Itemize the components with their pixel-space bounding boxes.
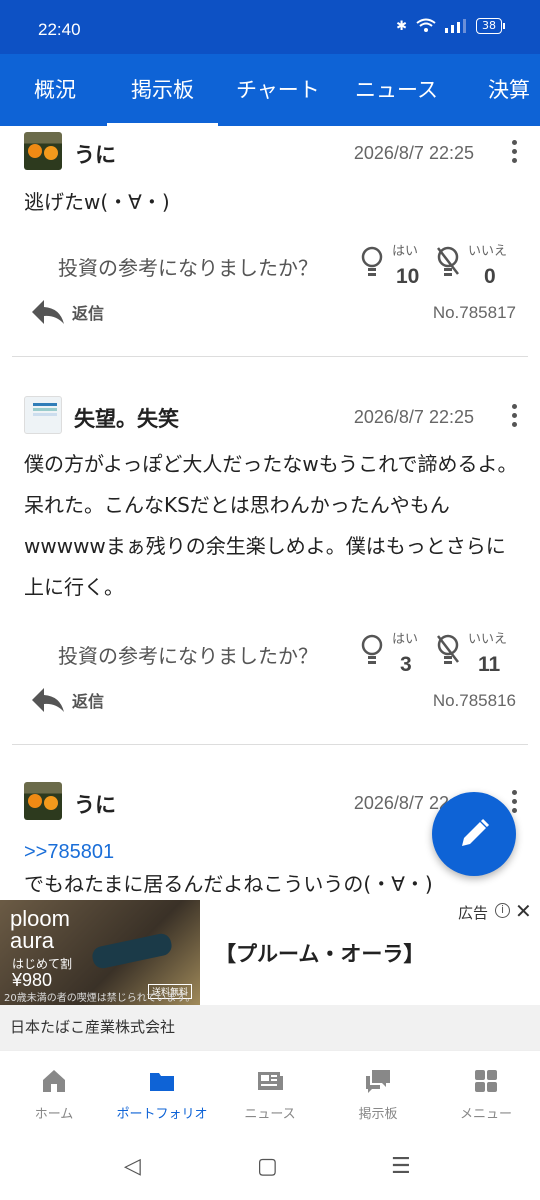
chat-icon [366,1070,390,1093]
no-count: 11 [478,653,501,676]
more-options-icon[interactable] [510,790,518,816]
nav-news[interactable]: ニュース [216,1051,324,1137]
post-username[interactable]: うに [74,789,116,819]
ad-warning: 20歳未満の者の喫煙は禁じられています。 [4,993,196,1004]
ad-image[interactable]: ploom aura はじめて割 ¥980 送料無料 20歳未満の者の喫煙は禁じら… [0,900,200,1005]
signal-icon [445,19,466,33]
status-time: 22:40 [38,20,81,39]
nav-menu[interactable]: メニュー [432,1051,540,1137]
no-label: いいえ [468,632,508,647]
no-label: いいえ [468,244,508,259]
nav-label: ホーム [34,1107,74,1122]
post-date: 2026/8/7 22:25 [353,143,474,163]
close-icon[interactable]: ✕ [515,899,532,923]
home-icon [43,1070,65,1092]
nav-board[interactable]: 掲示板 [324,1051,432,1137]
nav-home[interactable]: ホーム [0,1051,108,1137]
avatar[interactable] [24,396,62,434]
lightbulb-icon[interactable] [361,634,383,668]
bottom-nav: ホーム ポートフォリオ ニュース 掲示板 メニュー [0,1050,540,1136]
post-feed[interactable]: うに 2026/8/7 22:25 逃げたw(・∀・) 投資の参考になりましたか… [0,126,540,900]
ad-title[interactable]: 【プルーム・オーラ】 [215,938,424,968]
post-body: でもねたまに居るんだよねこういうの(・∀・) [24,872,433,896]
back-icon[interactable]: ◁ [124,1154,141,1179]
device-image [90,931,174,971]
tab-bar: 概況 掲示板 チャート ニュース 決算 [0,54,540,126]
lightbulb-icon[interactable] [361,246,383,280]
status-bar: 22:40 ✱ 38 [0,0,540,54]
home-square-icon[interactable]: ▢ [257,1154,278,1179]
nav-label: メニュー [459,1107,512,1122]
vote-question: 投資の参考になりましたか？ [58,256,318,280]
recents-icon[interactable]: ☰ [391,1154,411,1179]
reply-button[interactable]: 返信 [30,686,104,714]
post-body: 逃げたw(・∀・) [24,190,170,214]
ad-advertiser: 日本たばこ産業株式会社 [0,1005,540,1050]
info-icon[interactable]: i [495,903,510,918]
wifi-icon [416,18,436,32]
reply-button[interactable]: 返信 [30,298,104,326]
post-divider [12,356,528,357]
nav-label: 掲示板 [358,1107,398,1122]
nav-portfolio[interactable]: ポートフォリオ [108,1051,216,1137]
tab-chart[interactable]: チャート [236,54,320,126]
more-options-icon[interactable] [510,140,518,166]
post-username[interactable]: うに [74,139,116,169]
yes-count: 3 [400,653,412,676]
ad-brand: ploom aura [10,906,70,953]
no-count: 0 [484,265,496,288]
more-options-icon[interactable] [510,404,518,430]
folder-icon [150,1073,174,1091]
post-number: No.785816 [432,691,516,710]
tab-overview[interactable]: 概況 [34,54,76,126]
reply-icon [32,300,64,324]
battery-icon: 38 [476,18,505,34]
yes-count: 10 [396,265,420,288]
avatar[interactable] [24,132,62,170]
reply-icon [32,688,64,712]
system-nav-bar: ◁ ▢ ☰ [0,1136,540,1200]
avatar[interactable] [24,782,62,820]
vote-question: 投資の参考になりましたか？ [58,644,318,668]
post-body: 僕の方がよっぽど大人だったなwもうこれで諦めるよ。呆れた。こんなKSだとは思わん… [24,452,518,599]
reply-label: 返信 [72,304,105,323]
nav-label: ニュース [244,1107,296,1122]
lightbulb-off-icon[interactable] [437,246,459,280]
nav-label: ポートフォリオ [116,1107,208,1122]
bluetooth-icon: ✱ [396,18,407,34]
yes-label: はい [392,632,419,647]
ad-price: ¥980 [12,970,53,990]
ad-banner[interactable]: ploom aura はじめて割 ¥980 送料無料 20歳未満の者の喫煙は禁じら… [0,899,540,1050]
ad-label: 広告 [458,904,489,922]
reply-label: 返信 [72,692,105,711]
tab-news[interactable]: ニュース [355,54,438,126]
tab-earnings[interactable]: 決算 [488,54,530,126]
tab-board[interactable]: 掲示板 [107,54,218,126]
yes-label: はい [392,244,419,259]
post-username[interactable]: 失望。失笑 [74,403,179,433]
pencil-icon [462,818,490,846]
post-divider [12,744,528,745]
post-date: 2026/8/7 22:25 [353,407,474,427]
grid-icon [475,1070,497,1092]
lightbulb-off-icon[interactable] [437,634,459,668]
compose-button[interactable] [432,792,516,876]
status-icons: ✱ 38 [396,18,505,34]
news-icon [258,1072,283,1090]
post-number: No.785817 [432,303,516,322]
